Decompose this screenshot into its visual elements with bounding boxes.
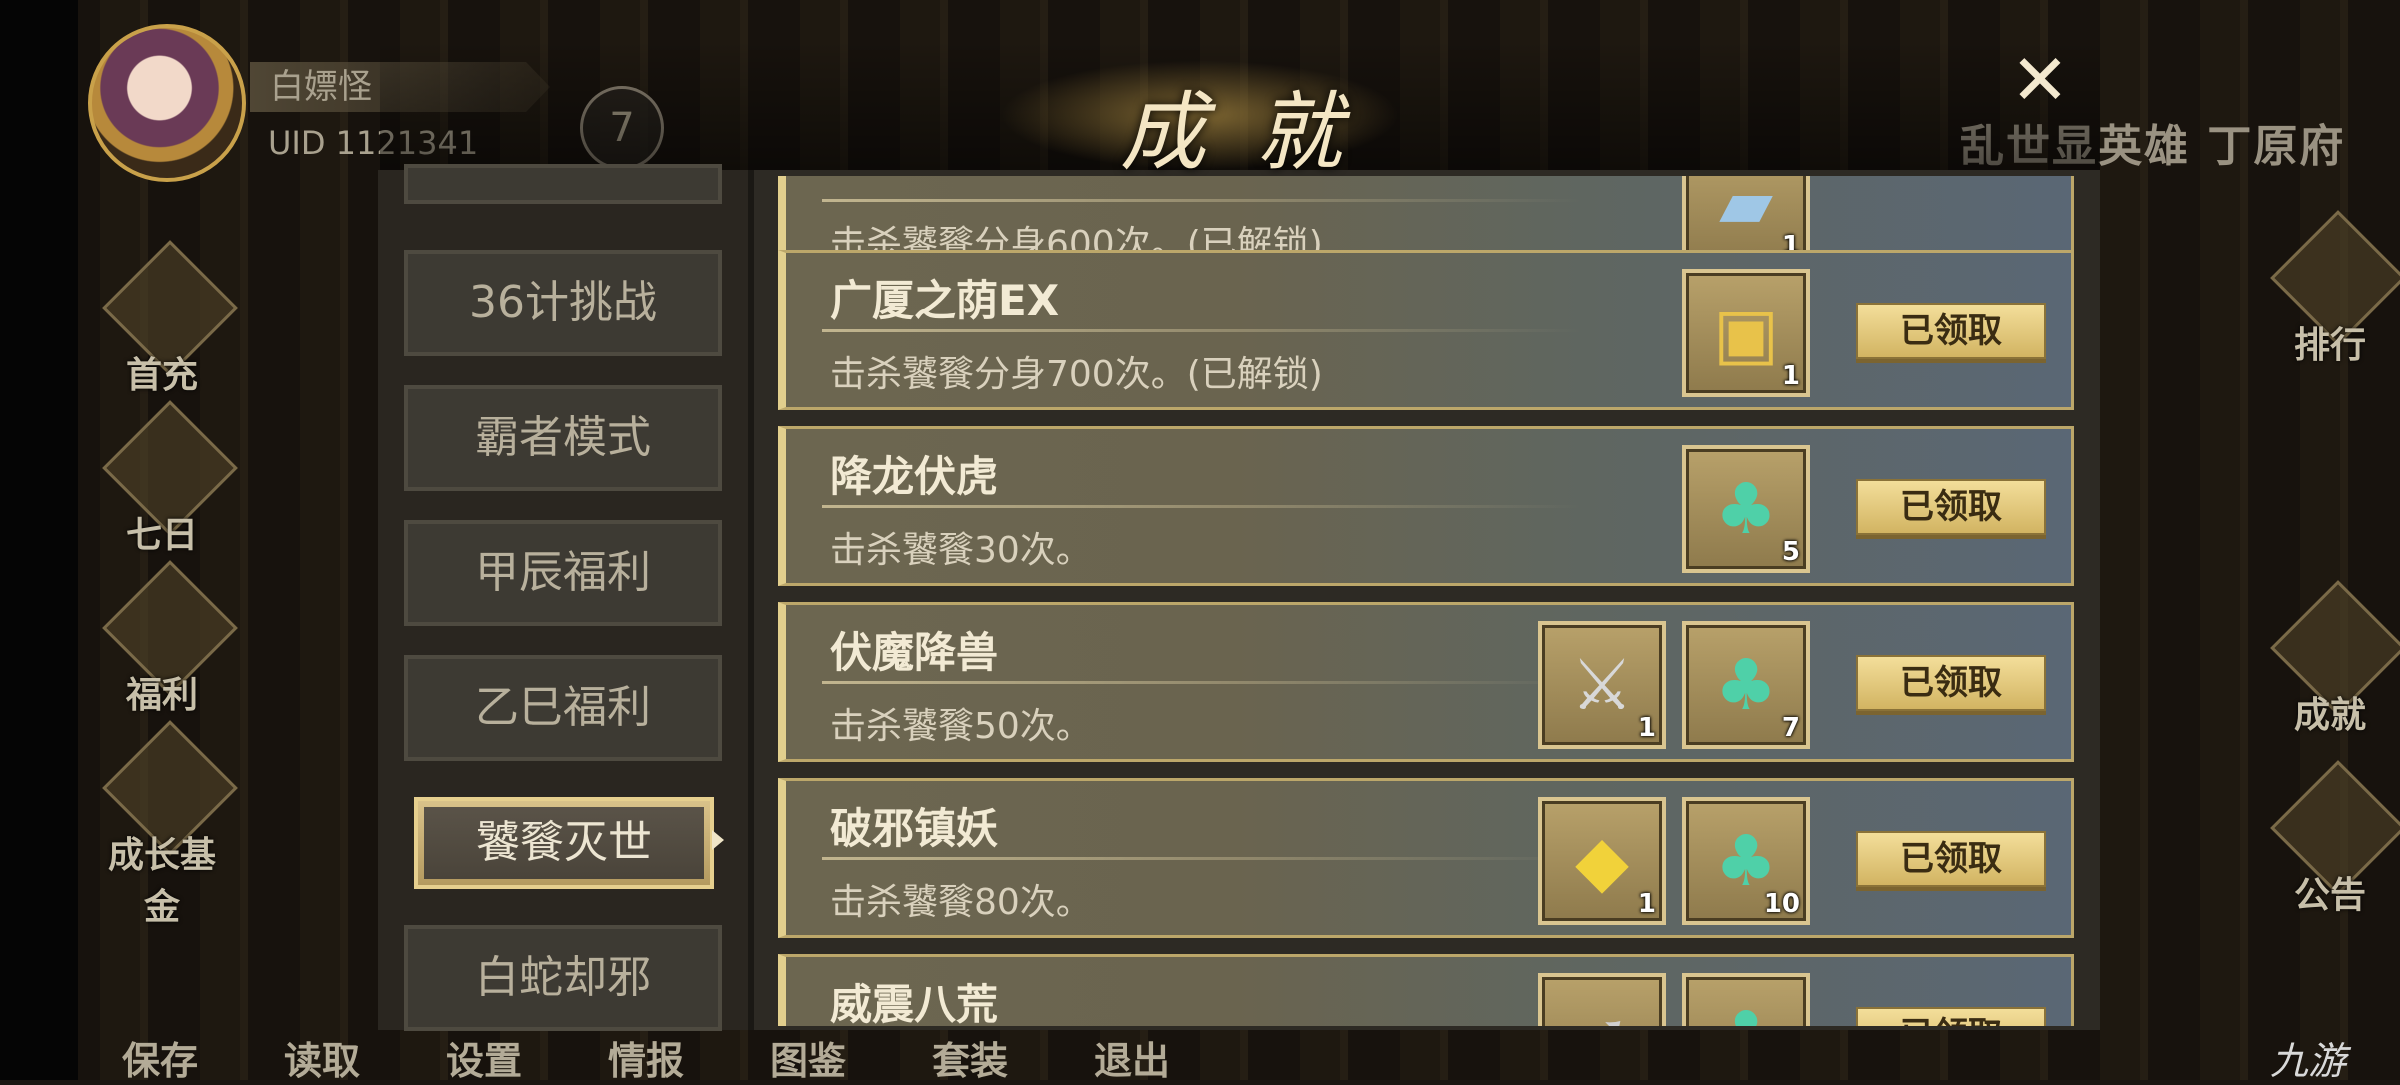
player-avatar[interactable] xyxy=(88,24,246,182)
side-menu-label: 成长基金 xyxy=(107,835,216,928)
bow-icon: ➶ xyxy=(1542,977,1662,1026)
screen-edge xyxy=(0,0,78,1080)
reward-quantity: 1 xyxy=(1637,889,1656,919)
side-menu-first-charge[interactable]: 首充 xyxy=(92,240,238,396)
reward-quantity: 5 xyxy=(1781,537,1800,567)
reward-quantity: 1 xyxy=(1637,713,1656,743)
active-tab-arrow xyxy=(712,830,724,850)
achievement-row: 广厦之荫EX 击杀饕餮分身700次。(已解锁) ▣ 1 已领取 xyxy=(778,250,2074,410)
claimed-button[interactable]: 已领取 xyxy=(1856,479,2046,535)
achievement-name: 伏魔降兽 xyxy=(830,628,999,677)
panel-title: 成就 xyxy=(1120,83,1392,183)
achievement-name: 广厦之荫EX xyxy=(830,276,1060,325)
bottom-menu-settings[interactable]: 设置 xyxy=(446,1030,522,1085)
achievement-description: 击杀饕餮30次。 xyxy=(830,530,1092,571)
bottom-menu-save[interactable]: 保存 xyxy=(122,1030,198,1085)
side-menu-ranking[interactable]: 排行 xyxy=(2260,210,2400,366)
side-menu-label: 首充 xyxy=(125,355,198,396)
category-tab-active[interactable]: 饕餮灭世 xyxy=(414,797,714,889)
bottom-menu-codex[interactable]: 图鉴 xyxy=(770,1030,846,1085)
side-menu-achievement[interactable]: 成就 xyxy=(2260,580,2400,736)
reward-slot[interactable]: ♣ 7 xyxy=(1682,621,1810,749)
side-menu-label: 七日 xyxy=(125,515,198,556)
reward-quantity: 1 xyxy=(1781,361,1800,391)
reward-slot[interactable]: ⚔ 1 xyxy=(1538,621,1666,749)
side-menu-label: 福利 xyxy=(125,675,198,716)
category-tab[interactable]: 乙巳福利 xyxy=(404,655,722,761)
claimed-button[interactable]: 已领取 xyxy=(1856,831,2046,887)
row-divider-line xyxy=(822,329,1582,332)
reward-slot[interactable]: ♣ 5 xyxy=(1682,445,1810,573)
reward-slot[interactable]: ♣ 10 xyxy=(1682,797,1810,925)
reward-slot[interactable]: ▣ 1 xyxy=(1682,269,1810,397)
category-tab[interactable]: 甲辰福利 xyxy=(404,520,722,626)
achievement-description: 击杀饕餮80次。 xyxy=(830,882,1092,923)
achievement-name: 威震八荒 xyxy=(830,980,999,1026)
bottom-menu-load[interactable]: 读取 xyxy=(284,1030,360,1085)
side-menu-welfare[interactable]: 福利 xyxy=(92,560,238,716)
achievement-name: 降龙伏虎 xyxy=(830,452,999,501)
claimed-button[interactable]: 已领取 xyxy=(1856,1007,2046,1026)
jade-icon: ♣ xyxy=(1686,977,1806,1026)
achievement-row: 伏魔降兽 击杀饕餮50次。 ⚔ 1 ♣ 7 已领取 xyxy=(778,602,2074,762)
achievement-list[interactable]: 击杀饕餮分身600次。(已解锁) ▰ 1 广厦之荫EX 击杀饕餮分身700次。(… xyxy=(778,176,2078,1026)
close-button[interactable]: ✕ xyxy=(2010,45,2070,115)
achievement-row: 威震八荒 ➶ ♣ 已领取 xyxy=(778,954,2074,1026)
side-menu-growth-fund[interactable]: 成长基金 xyxy=(92,720,238,928)
side-menu-notice[interactable]: 公告 xyxy=(2260,760,2400,916)
bottom-menu-sets[interactable]: 套装 xyxy=(932,1030,1008,1085)
bottom-menu-intel[interactable]: 情报 xyxy=(608,1030,684,1085)
reward-slot[interactable]: ➶ xyxy=(1538,973,1666,1026)
reward-quantity: 7 xyxy=(1781,713,1800,743)
side-menu-label: 成就 xyxy=(2293,695,2366,736)
achievement-description: 击杀饕餮分身700次。(已解锁) xyxy=(830,354,1323,395)
category-tab-partial[interactable] xyxy=(404,164,722,204)
reward-slot[interactable]: ◆ 1 xyxy=(1538,797,1666,925)
reward-quantity: 10 xyxy=(1763,889,1800,919)
achievement-row: 破邪镇妖 击杀饕餮80次。 ◆ 1 ♣ 10 已领取 xyxy=(778,778,2074,938)
row-divider-line xyxy=(822,199,1582,202)
row-divider-line xyxy=(822,857,1582,860)
category-tab[interactable]: 白蛇却邪 xyxy=(404,925,722,1031)
side-menu-label: 公告 xyxy=(2293,875,2366,916)
achievement-description: 击杀饕餮50次。 xyxy=(830,706,1092,747)
side-menu-seven-day[interactable]: 七日 xyxy=(92,400,238,556)
achievement-name: 破邪镇妖 xyxy=(830,804,999,853)
bottom-menu-bar: 保存 读取 设置 情报 图鉴 套装 退出 xyxy=(78,1030,2078,1083)
watermark-logo: 九游 xyxy=(2270,1039,2347,1083)
row-divider-line xyxy=(822,681,1582,684)
reward-slot[interactable]: ♣ xyxy=(1682,973,1810,1026)
achievement-row: 降龙伏虎 击杀饕餮30次。 ♣ 5 已领取 xyxy=(778,426,2074,586)
claimed-button[interactable]: 已领取 xyxy=(1856,303,2046,359)
claimed-button[interactable]: 已领取 xyxy=(1856,655,2046,711)
category-tab[interactable]: 36计挑战 xyxy=(404,250,722,356)
row-divider-line xyxy=(822,505,1582,508)
category-tab[interactable]: 霸者模式 xyxy=(404,385,722,491)
category-tab-label: 饕餮灭世 xyxy=(424,807,704,879)
bottom-menu-exit[interactable]: 退出 xyxy=(1094,1030,1170,1085)
panel-divider xyxy=(748,170,754,1030)
side-menu-label: 排行 xyxy=(2293,325,2366,366)
